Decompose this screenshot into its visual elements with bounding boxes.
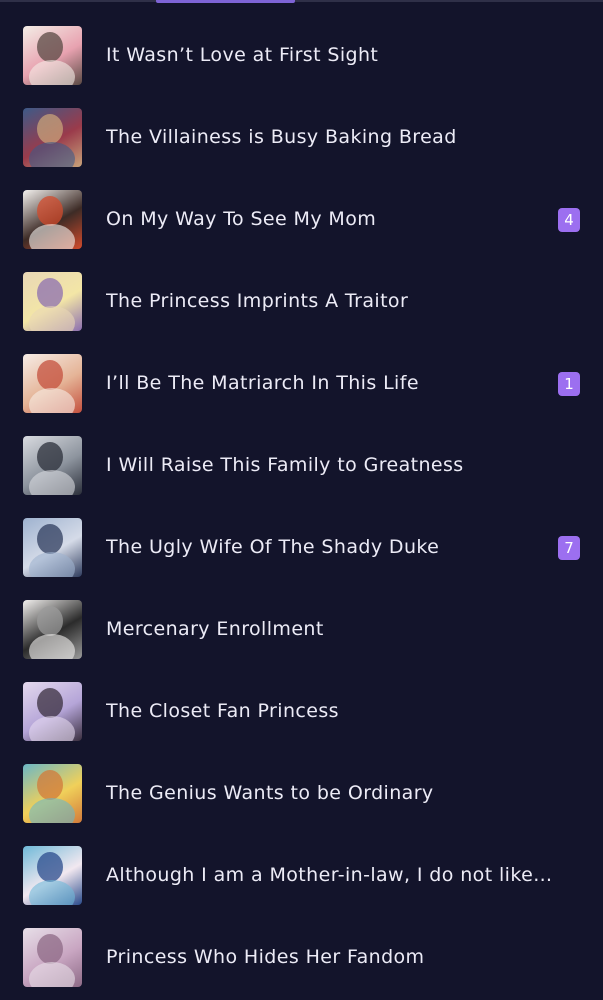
item-title[interactable]: I’ll Be The Matriarch In This Life xyxy=(106,370,556,396)
item-title[interactable]: The Genius Wants to be Ordinary xyxy=(106,780,556,806)
cover-thumbnail[interactable] xyxy=(23,682,82,741)
cover-thumbnail[interactable] xyxy=(23,764,82,823)
cover-thumbnail[interactable] xyxy=(23,928,82,987)
list-item[interactable]: The Princess Imprints A Traitor xyxy=(0,261,603,343)
cover-thumbnail[interactable] xyxy=(23,190,82,249)
cover-thumbnail[interactable] xyxy=(23,108,82,167)
unread-count-badge: 4 xyxy=(558,208,580,232)
cover-thumbnail[interactable] xyxy=(23,600,82,659)
item-title[interactable]: The Villainess is Busy Baking Bread xyxy=(106,124,556,150)
list-item[interactable]: The Closet Fan Princess xyxy=(0,671,603,753)
item-title[interactable]: Mercenary Enrollment xyxy=(106,616,556,642)
item-title[interactable]: The Princess Imprints A Traitor xyxy=(106,288,556,314)
active-tab-indicator xyxy=(156,0,295,3)
list-item[interactable]: Mercenary Enrollment xyxy=(0,589,603,671)
cover-thumbnail[interactable] xyxy=(23,518,82,577)
list-item[interactable]: I Will Raise This Family to Greatness xyxy=(0,425,603,507)
item-title[interactable]: The Ugly Wife Of The Shady Duke xyxy=(106,534,556,560)
cover-thumbnail[interactable] xyxy=(23,354,82,413)
cover-thumbnail[interactable] xyxy=(23,846,82,905)
cover-thumbnail[interactable] xyxy=(23,436,82,495)
top-divider xyxy=(0,0,603,2)
item-title[interactable]: I Will Raise This Family to Greatness xyxy=(106,452,556,478)
list-item[interactable]: The Ugly Wife Of The Shady Duke 7 xyxy=(0,507,603,589)
list-item[interactable]: On My Way To See My Mom 4 xyxy=(0,179,603,261)
library-list: It Wasn’t Love at First Sight The Villain… xyxy=(0,15,603,999)
cover-thumbnail[interactable] xyxy=(23,272,82,331)
cover-thumbnail[interactable] xyxy=(23,26,82,85)
item-title[interactable]: It Wasn’t Love at First Sight xyxy=(106,42,556,68)
list-item[interactable]: The Genius Wants to be Ordinary xyxy=(0,753,603,835)
item-title[interactable]: The Closet Fan Princess xyxy=(106,698,556,724)
item-title[interactable]: Although I am a Mother-in-law, I do not … xyxy=(106,862,556,888)
list-item[interactable]: The Villainess is Busy Baking Bread xyxy=(0,97,603,179)
unread-count-badge: 1 xyxy=(558,372,580,396)
item-title[interactable]: On My Way To See My Mom xyxy=(106,206,556,232)
list-item[interactable]: Princess Who Hides Her Fandom xyxy=(0,917,603,999)
unread-count-badge: 7 xyxy=(558,536,580,560)
list-item[interactable]: I’ll Be The Matriarch In This Life 1 xyxy=(0,343,603,425)
list-item[interactable]: Although I am a Mother-in-law, I do not … xyxy=(0,835,603,917)
list-item[interactable]: It Wasn’t Love at First Sight xyxy=(0,15,603,97)
item-title[interactable]: Princess Who Hides Her Fandom xyxy=(106,944,556,970)
